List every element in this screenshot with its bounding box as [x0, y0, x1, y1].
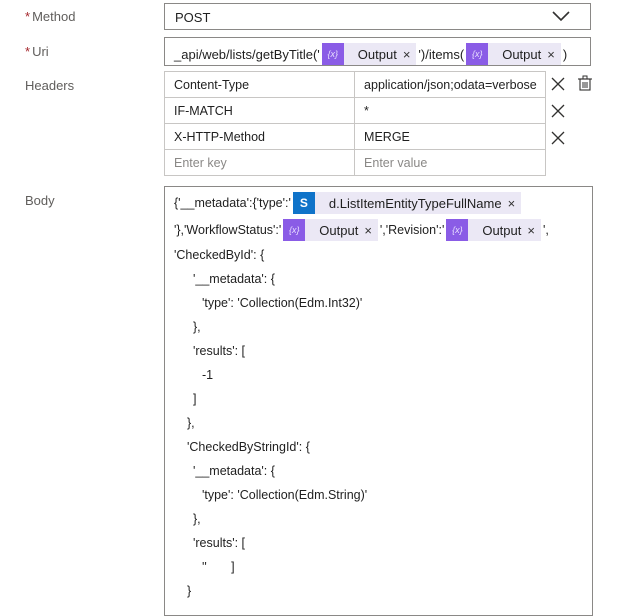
uri-output-token-2[interactable]: {x} Output × — [466, 43, 561, 65]
output-token[interactable]: {x} Output × — [283, 219, 378, 241]
body-line: 'results': [ — [193, 536, 246, 550]
uri-input[interactable]: _api/web/lists/getByTitle(' {x} Output ×… — [164, 37, 591, 66]
body-line: }, — [193, 320, 201, 334]
header-key-input[interactable]: IF-MATCH — [163, 97, 356, 124]
body-line: 'type': 'Collection(Edm.String)' — [202, 488, 368, 502]
sharepoint-token[interactable]: S d.ListItemEntityTypeFullName × — [292, 192, 522, 214]
expression-icon: {x} — [283, 219, 306, 241]
switch-to-text-mode-icon[interactable] — [576, 75, 592, 91]
headers-table: Content-Type application/json;odata=verb… — [163, 71, 546, 176]
header-value-input[interactable]: MERGE — [354, 123, 546, 150]
body-line: {'__metadata':{'type':' S d.ListItemEnti… — [174, 192, 523, 214]
header-value-input[interactable]: application/json;odata=verbose — [354, 71, 546, 98]
method-value: POST — [175, 10, 211, 25]
body-line: 'results': [ — [193, 344, 246, 358]
expression-icon: {x} — [466, 43, 489, 65]
chevron-down-icon — [552, 11, 570, 22]
header-row: X-HTTP-Method MERGE — [163, 123, 546, 150]
headers-label: Headers — [25, 78, 75, 93]
body-line: '' ] — [202, 560, 235, 574]
expression-icon: {x} — [446, 219, 469, 241]
body-line: '__metadata': { — [193, 272, 275, 286]
body-line: '__metadata': { — [193, 464, 275, 478]
body-line: 'type': 'Collection(Edm.Int32)' — [202, 296, 363, 310]
body-text: {'__metadata':{'type':' — [174, 196, 291, 210]
body-editor[interactable]: {'__metadata':{'type':' S d.ListItemEnti… — [164, 186, 593, 616]
remove-token-icon[interactable]: × — [547, 47, 561, 62]
token-label: Output — [357, 46, 397, 62]
body-line: -1 — [202, 368, 214, 382]
body-text: '},'WorkflowStatus':' — [174, 223, 282, 237]
header-row-new: Enter key Enter value — [163, 149, 546, 176]
token-label: Output — [502, 46, 542, 62]
header-value-placeholder[interactable]: Enter value — [354, 149, 546, 176]
header-row: Content-Type application/json;odata=verb… — [163, 71, 546, 98]
sharepoint-icon: S — [292, 192, 315, 214]
body-line: } — [187, 584, 192, 598]
body-line: }, — [193, 512, 201, 526]
body-line: '},'WorkflowStatus':' {x} Output × ','Re… — [174, 219, 549, 241]
body-label: Body — [25, 193, 55, 208]
uri-prefix: _api/web/lists/getByTitle(' — [174, 46, 320, 62]
remove-token-icon[interactable]: × — [527, 223, 541, 238]
delete-header-icon[interactable] — [551, 131, 565, 145]
remove-token-icon[interactable]: × — [508, 196, 522, 211]
header-key-placeholder[interactable]: Enter key — [163, 149, 356, 176]
remove-token-icon[interactable]: × — [364, 223, 378, 238]
token-label: Output — [482, 222, 522, 238]
output-token[interactable]: {x} Output × — [446, 219, 541, 241]
token-label: Output — [319, 222, 359, 238]
header-key-input[interactable]: X-HTTP-Method — [163, 123, 356, 150]
body-line: ] — [193, 392, 197, 406]
uri-middle: ')/items( — [418, 46, 465, 62]
uri-label: * Uri — [25, 44, 49, 59]
delete-header-icon[interactable] — [551, 77, 565, 91]
header-value-input[interactable]: * — [354, 97, 546, 124]
token-label: d.ListItemEntityTypeFullName — [328, 195, 502, 211]
method-dropdown[interactable]: POST — [164, 3, 591, 30]
body-line: 'CheckedById': { — [174, 248, 265, 262]
body-text: ','Revision':' — [379, 223, 445, 237]
delete-header-icon[interactable] — [551, 104, 565, 118]
header-row: IF-MATCH * — [163, 97, 546, 124]
header-key-input[interactable]: Content-Type — [163, 71, 356, 98]
remove-token-icon[interactable]: × — [403, 47, 417, 62]
method-label: * Method — [25, 9, 76, 24]
body-line: }, — [187, 416, 195, 430]
body-text: ', — [542, 223, 549, 237]
expression-icon: {x} — [321, 43, 344, 65]
uri-output-token-1[interactable]: {x} Output × — [321, 43, 417, 65]
uri-suffix: ) — [562, 46, 568, 62]
body-line: 'CheckedByStringId': { — [187, 440, 310, 454]
